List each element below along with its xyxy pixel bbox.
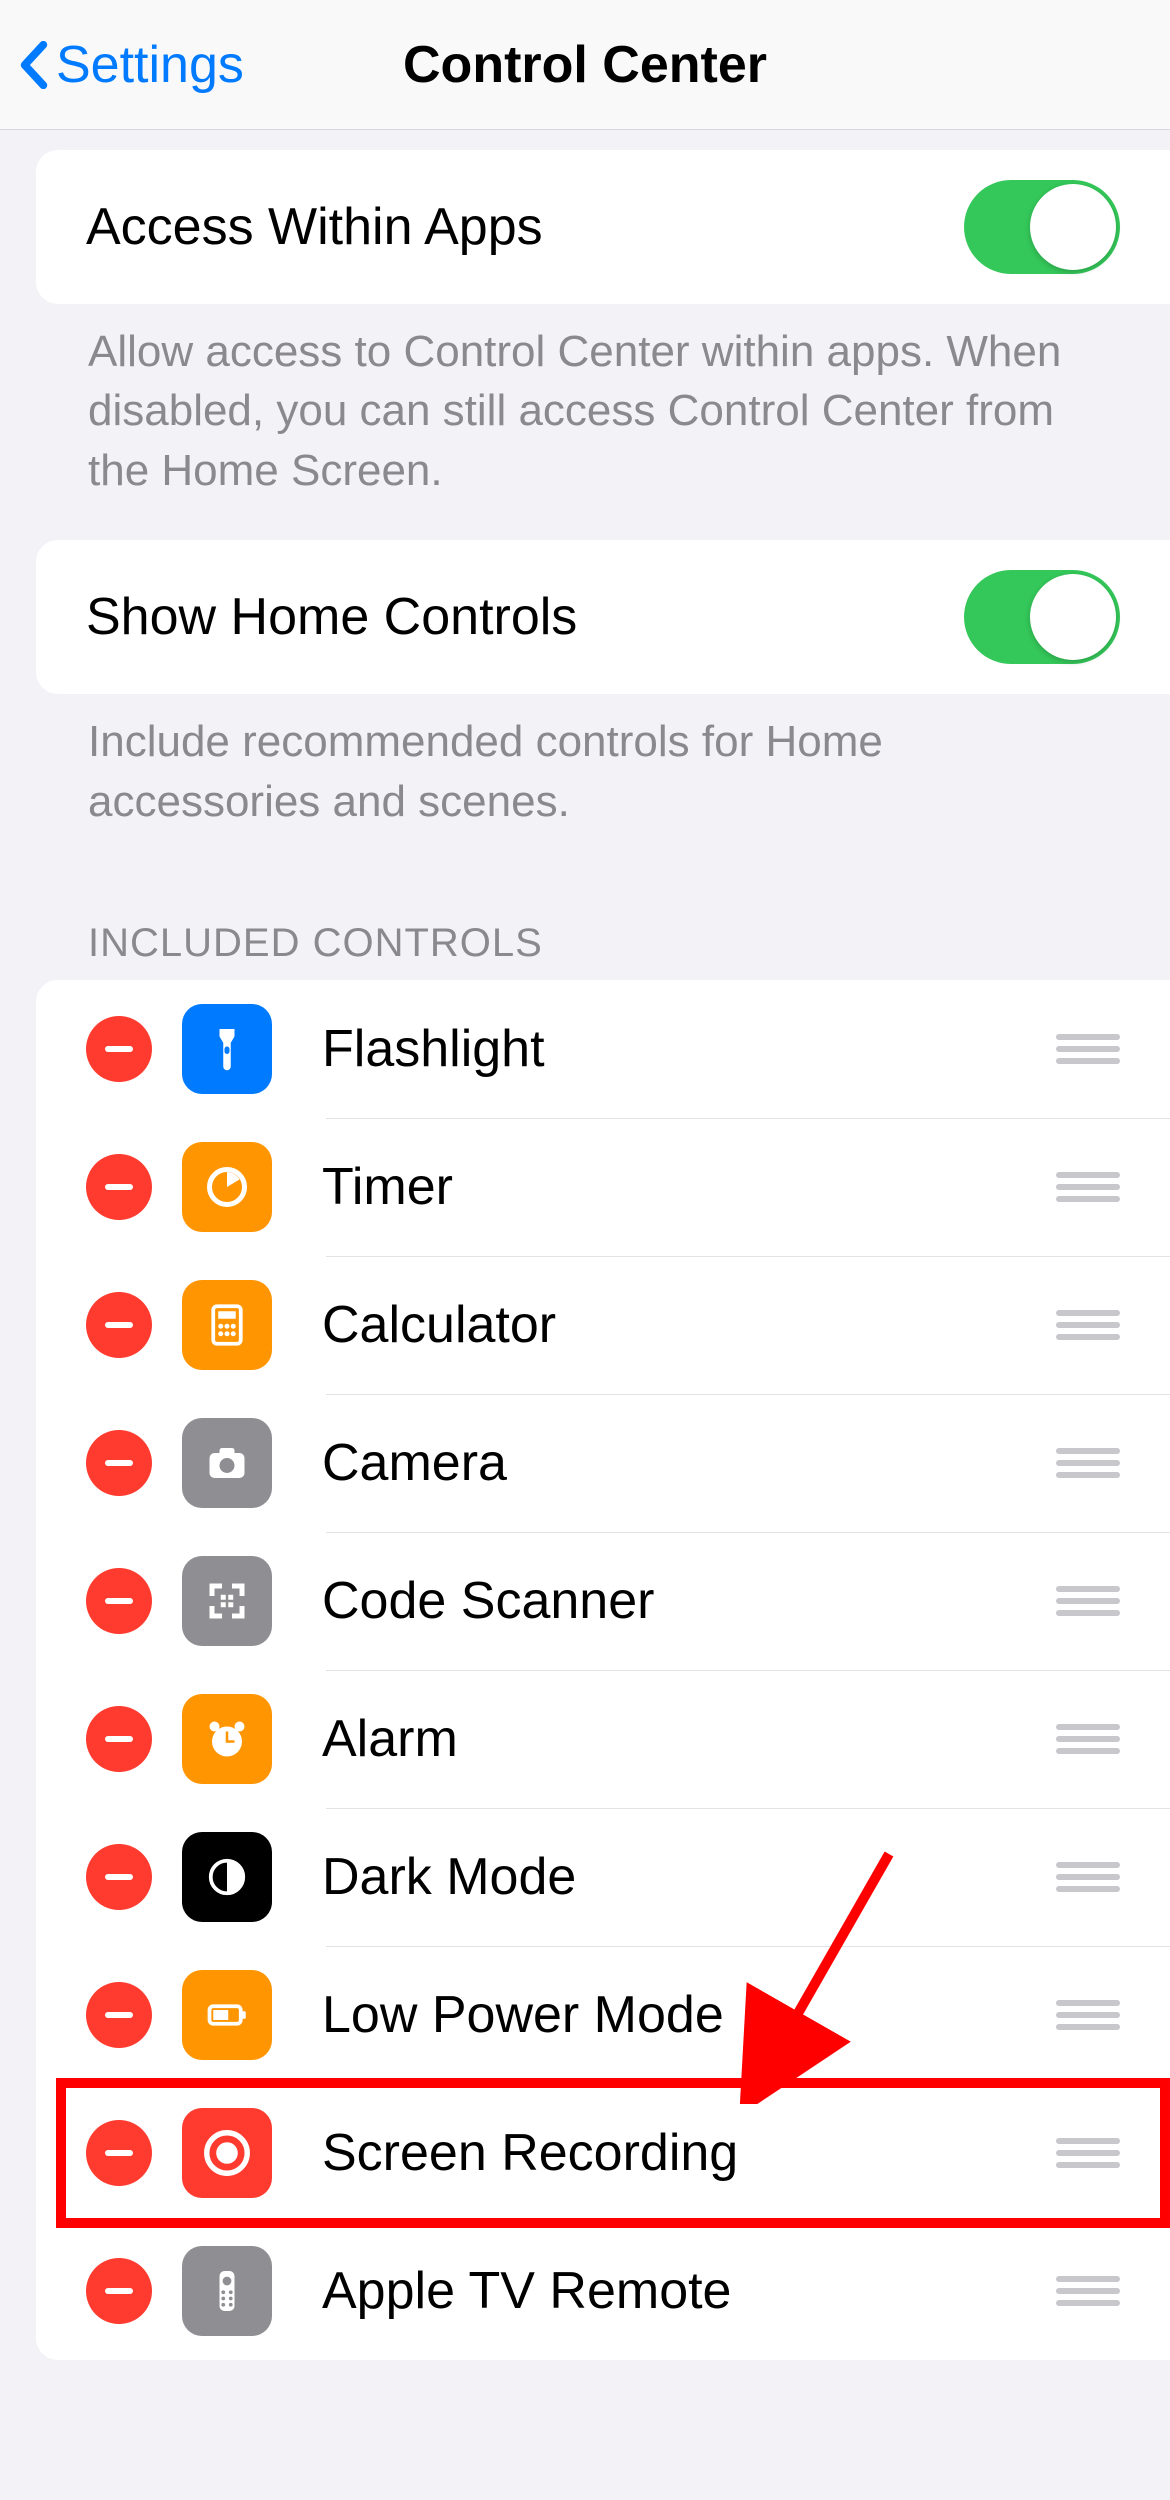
- remove-button[interactable]: [86, 1706, 152, 1772]
- drag-handle[interactable]: [1056, 1172, 1120, 1202]
- control-label: Calculator: [322, 1295, 1056, 1355]
- battery-icon: [182, 1970, 272, 2060]
- minus-icon: [105, 1184, 133, 1190]
- show-home-controls-group: Show Home Controls: [36, 540, 1170, 694]
- toggle-knob: [1030, 184, 1116, 270]
- control-row-darkmode: Dark Mode: [36, 1808, 1170, 1946]
- control-label: Timer: [322, 1157, 1056, 1217]
- minus-icon: [105, 1046, 133, 1052]
- minus-icon: [105, 1874, 133, 1880]
- included-controls-list: Flashlight Timer Calculator: [36, 980, 1170, 2360]
- drag-handle[interactable]: [1056, 1448, 1120, 1478]
- control-label: Flashlight: [322, 1019, 1056, 1079]
- access-within-apps-row: Access Within Apps: [36, 150, 1170, 304]
- qrcode-icon: [182, 1556, 272, 1646]
- access-within-apps-label: Access Within Apps: [86, 197, 543, 257]
- control-label: Alarm: [322, 1709, 1056, 1769]
- drag-handle[interactable]: [1056, 1862, 1120, 1892]
- remove-button[interactable]: [86, 1844, 152, 1910]
- calculator-icon: [182, 1280, 272, 1370]
- remove-button[interactable]: [86, 2258, 152, 2324]
- remove-button[interactable]: [86, 1154, 152, 1220]
- drag-handle[interactable]: [1056, 2000, 1120, 2030]
- show-home-controls-row: Show Home Controls: [36, 540, 1170, 694]
- control-label: Screen Recording: [322, 2123, 1056, 2183]
- control-row-alarm: Alarm: [36, 1670, 1170, 1808]
- control-row-qrcode: Code Scanner: [36, 1532, 1170, 1670]
- minus-icon: [105, 2012, 133, 2018]
- control-label: Apple TV Remote: [322, 2261, 1056, 2321]
- control-label: Low Power Mode: [322, 1985, 1056, 2045]
- navbar: Settings Control Center: [0, 0, 1170, 130]
- access-within-apps-toggle[interactable]: [964, 180, 1120, 274]
- remove-button[interactable]: [86, 1292, 152, 1358]
- chevron-left-icon: [20, 41, 48, 89]
- drag-handle[interactable]: [1056, 1724, 1120, 1754]
- remove-button[interactable]: [86, 1982, 152, 2048]
- remote-icon: [182, 2246, 272, 2336]
- control-row-record: Screen Recording: [36, 2084, 1170, 2222]
- show-home-controls-label: Show Home Controls: [86, 587, 577, 647]
- camera-icon: [182, 1418, 272, 1508]
- remove-button[interactable]: [86, 2120, 152, 2186]
- included-controls-header: INCLUDED CONTROLS: [0, 871, 1170, 980]
- remove-button[interactable]: [86, 1430, 152, 1496]
- alarm-icon: [182, 1694, 272, 1784]
- remove-button[interactable]: [86, 1016, 152, 1082]
- access-within-apps-group: Access Within Apps: [36, 150, 1170, 304]
- control-row-battery: Low Power Mode: [36, 1946, 1170, 2084]
- control-row-remote: Apple TV Remote: [36, 2222, 1170, 2360]
- minus-icon: [105, 1736, 133, 1742]
- timer-icon: [182, 1142, 272, 1232]
- control-row-timer: Timer: [36, 1118, 1170, 1256]
- drag-handle[interactable]: [1056, 1034, 1120, 1064]
- access-within-apps-footer: Allow access to Control Center within ap…: [0, 304, 1170, 540]
- control-row-flashlight: Flashlight: [36, 980, 1170, 1118]
- minus-icon: [105, 1322, 133, 1328]
- control-label: Camera: [322, 1433, 1056, 1493]
- back-label: Settings: [56, 35, 244, 95]
- drag-handle[interactable]: [1056, 1586, 1120, 1616]
- drag-handle[interactable]: [1056, 2276, 1120, 2306]
- show-home-controls-toggle[interactable]: [964, 570, 1120, 664]
- control-row-camera: Camera: [36, 1394, 1170, 1532]
- flashlight-icon: [182, 1004, 272, 1094]
- control-row-calculator: Calculator: [36, 1256, 1170, 1394]
- drag-handle[interactable]: [1056, 2138, 1120, 2168]
- minus-icon: [105, 2150, 133, 2156]
- toggle-knob: [1030, 574, 1116, 660]
- control-label: Code Scanner: [322, 1571, 1056, 1631]
- minus-icon: [105, 2288, 133, 2294]
- darkmode-icon: [182, 1832, 272, 1922]
- control-label: Dark Mode: [322, 1847, 1056, 1907]
- drag-handle[interactable]: [1056, 1310, 1120, 1340]
- minus-icon: [105, 1598, 133, 1604]
- minus-icon: [105, 1460, 133, 1466]
- remove-button[interactable]: [86, 1568, 152, 1634]
- back-button[interactable]: Settings: [20, 35, 244, 95]
- record-icon: [182, 2108, 272, 2198]
- show-home-controls-footer: Include recommended controls for Home ac…: [0, 694, 1170, 871]
